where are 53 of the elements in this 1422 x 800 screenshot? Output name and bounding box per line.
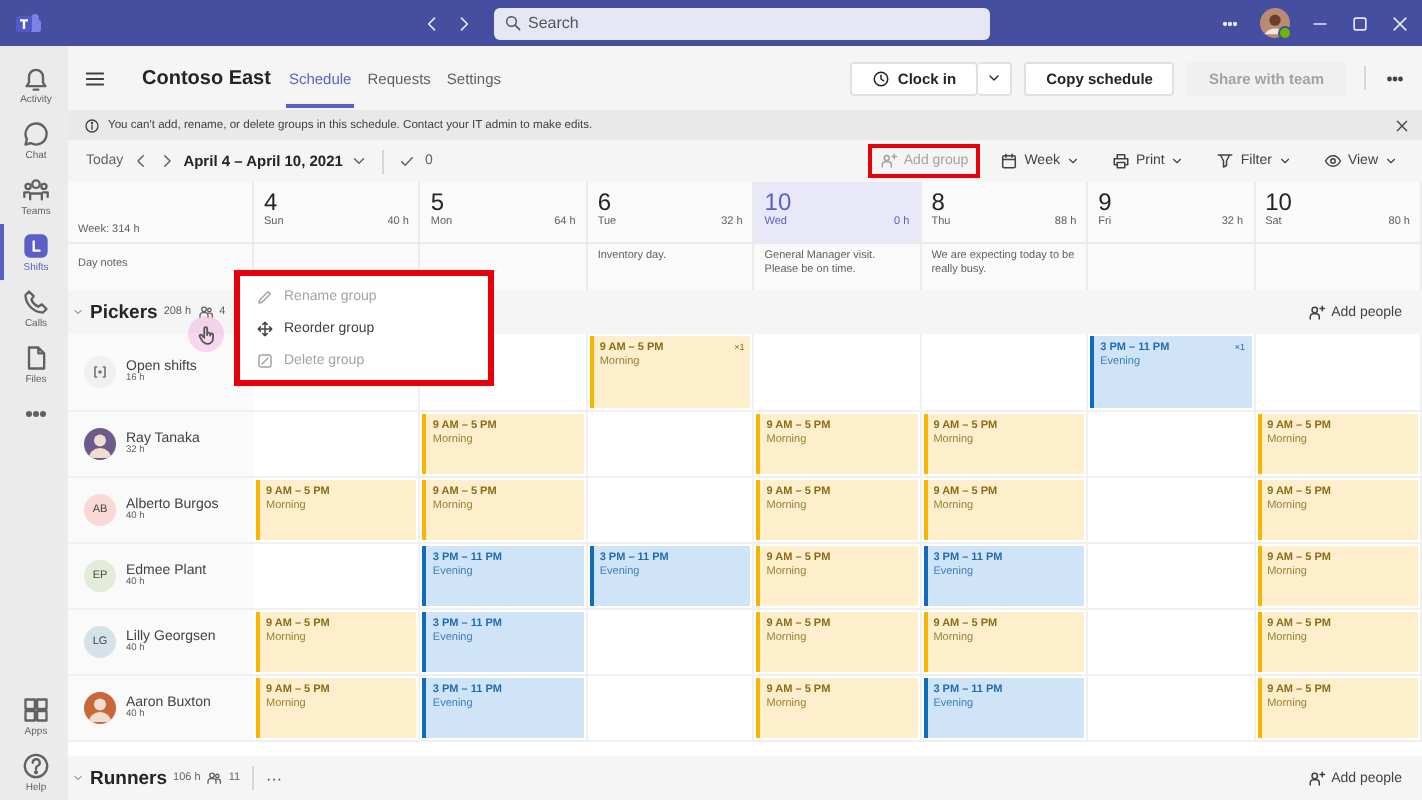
- move-icon: [256, 319, 274, 337]
- add-person-icon: [1307, 303, 1326, 321]
- caret-icon: [986, 70, 1003, 86]
- search-field[interactable]: Search: [494, 7, 990, 39]
- menu-icon: [84, 67, 106, 89]
- check-icon: [398, 152, 417, 170]
- day-number: 10: [1265, 188, 1294, 216]
- filter-icon: [1216, 152, 1235, 170]
- caret-icon: [1277, 154, 1292, 168]
- avatar[interactable]: [1260, 8, 1290, 38]
- square-icon: [256, 351, 274, 369]
- presence-dot: [1278, 26, 1292, 40]
- collapse-icon: [72, 772, 84, 784]
- eye-icon: [1323, 152, 1342, 170]
- day-number: 9: [1098, 188, 1114, 216]
- previous-icon: [131, 152, 150, 170]
- close-icon: [1390, 13, 1410, 33]
- day-number: 4: [264, 188, 280, 216]
- phone-icon: [22, 288, 50, 316]
- bell-icon: [22, 64, 50, 92]
- chat-icon: [22, 120, 50, 148]
- people-icon: [22, 176, 50, 204]
- caret-icon: [1065, 154, 1080, 168]
- info-icon: [84, 117, 100, 133]
- app-logo-icon: [14, 9, 42, 37]
- search-icon: [504, 14, 522, 32]
- file-icon: [22, 344, 50, 372]
- people-icon: [197, 304, 214, 320]
- clock-icon: [871, 69, 890, 87]
- day-number: 6: [597, 188, 614, 216]
- caret-icon: [350, 152, 369, 170]
- add-person-icon: [1307, 769, 1326, 787]
- add-person-icon: [879, 152, 898, 170]
- day-number: 10: [764, 188, 794, 216]
- bracket-icon: [90, 362, 110, 382]
- apps-icon: [22, 696, 50, 724]
- printer-icon: [1111, 152, 1130, 170]
- more-button[interactable]: ···: [266, 769, 283, 787]
- group-name: Runners: [90, 767, 168, 789]
- dropdown-button[interactable]: [978, 61, 1013, 95]
- group-name: Pickers: [90, 301, 158, 323]
- schedule-title: Contoso East: [142, 67, 271, 89]
- maximize-icon: [1350, 13, 1370, 33]
- day-number: 5: [430, 188, 447, 216]
- help-icon: [22, 752, 50, 780]
- day-number: 8: [931, 188, 947, 216]
- close-icon: [1394, 117, 1410, 133]
- hand-cursor-icon: [195, 323, 217, 345]
- pencil-icon: [256, 287, 274, 305]
- people-icon: [206, 770, 223, 786]
- collapse-icon: [72, 306, 84, 318]
- caret-icon: [1170, 154, 1185, 168]
- caret-icon: [1384, 154, 1398, 168]
